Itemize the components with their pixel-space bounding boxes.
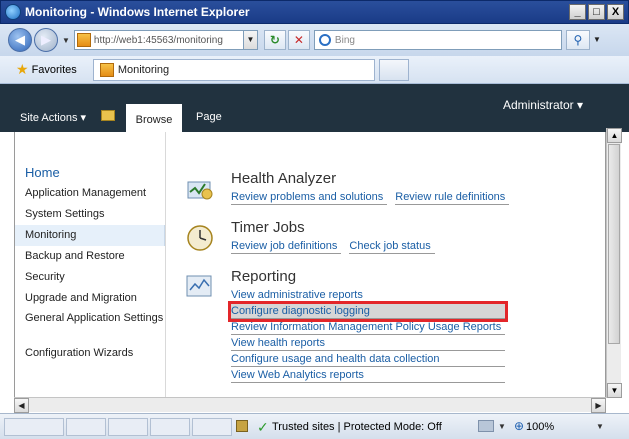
clock-icon bbox=[187, 225, 213, 251]
reporting-title: Reporting bbox=[231, 268, 297, 285]
link-check-job-status[interactable]: Check job status bbox=[349, 239, 435, 254]
nav-application-management[interactable]: Application Management bbox=[15, 183, 165, 204]
ie-logo-icon bbox=[5, 4, 21, 20]
zoom-level[interactable]: 100% bbox=[526, 421, 554, 433]
link-view-web-analytics[interactable]: View Web Analytics reports bbox=[231, 368, 506, 383]
tab-title: Monitoring bbox=[117, 63, 170, 76]
nav-monitoring[interactable]: Monitoring bbox=[15, 225, 165, 246]
link-configure-diagnostic-logging[interactable]: Configure diagnostic logging bbox=[227, 301, 509, 322]
security-status-icon[interactable] bbox=[478, 420, 494, 432]
status-cell bbox=[66, 418, 106, 436]
timer-jobs-title: Timer Jobs bbox=[231, 219, 305, 236]
history-dropdown-icon[interactable]: ▼ bbox=[62, 36, 70, 45]
minimize-button[interactable]: _ bbox=[569, 4, 586, 20]
vertical-scrollbar[interactable]: ▲ ▼ bbox=[606, 128, 622, 398]
health-analyzer-icon bbox=[187, 181, 213, 200]
scroll-down-arrow-icon[interactable]: ▼ bbox=[607, 383, 622, 398]
nav-divider bbox=[165, 132, 166, 397]
address-input[interactable]: http://web1:45563/monitoring bbox=[73, 30, 244, 50]
favorites-star-icon[interactable]: ★ bbox=[16, 61, 29, 78]
forward-button[interactable]: ▶ bbox=[34, 28, 58, 52]
navigate-up-icon[interactable] bbox=[101, 110, 115, 121]
nav-configuration-wizards[interactable]: Configuration Wizards bbox=[15, 343, 165, 364]
user-menu[interactable]: Administrator ▾ bbox=[503, 98, 583, 112]
link-review-problems[interactable]: Review problems and solutions bbox=[231, 190, 388, 205]
security-dropdown-icon[interactable]: ▼ bbox=[498, 422, 506, 431]
tab-favicon-icon bbox=[99, 62, 114, 77]
link-review-rules[interactable]: Review rule definitions bbox=[395, 190, 510, 205]
zoom-dropdown-icon[interactable]: ▼ bbox=[596, 422, 604, 431]
page-content: Home Application Management System Setti… bbox=[14, 132, 606, 397]
search-button[interactable]: ⚲ bbox=[565, 30, 590, 50]
link-review-policy-usage-reports[interactable]: Review Information Management Policy Usa… bbox=[231, 320, 506, 335]
link-view-health-reports[interactable]: View health reports bbox=[231, 336, 506, 351]
scroll-up-arrow-icon[interactable]: ▲ bbox=[607, 128, 622, 143]
nav-general-application-settings[interactable]: General Application Settings bbox=[15, 309, 165, 343]
window-controls: _ □ X bbox=[569, 4, 624, 20]
link-view-admin-reports[interactable]: View administrative reports bbox=[231, 288, 506, 303]
link-review-job-definitions[interactable]: Review job definitions bbox=[231, 239, 342, 254]
status-cell bbox=[108, 418, 148, 436]
maximize-button[interactable]: □ bbox=[588, 4, 605, 20]
browser-tab-monitoring[interactable]: Monitoring bbox=[92, 58, 375, 81]
security-zone-text[interactable]: Trusted sites | Protected Mode: Off bbox=[272, 421, 442, 433]
favorites-bar: ★ Favorites Monitoring bbox=[0, 56, 629, 84]
nav-home[interactable]: Home bbox=[15, 162, 165, 183]
new-tab-button[interactable] bbox=[378, 58, 409, 81]
vertical-scroll-thumb[interactable] bbox=[608, 144, 620, 344]
link-configure-usage-collection[interactable]: Configure usage and health data collecti… bbox=[231, 352, 506, 367]
status-cell bbox=[150, 418, 190, 436]
page-favicon-icon bbox=[76, 33, 91, 47]
nav-upgrade-migration[interactable]: Upgrade and Migration bbox=[15, 288, 165, 309]
protected-mode-icon bbox=[236, 420, 248, 432]
status-cell bbox=[192, 418, 232, 436]
window-title-bar: Monitoring - Windows Internet Explorer _… bbox=[0, 0, 629, 24]
stop-button[interactable]: ✕ bbox=[287, 30, 310, 50]
status-cell bbox=[4, 418, 64, 436]
sharepoint-ribbon: Site Actions ▾ Browse Page Administrator… bbox=[0, 84, 629, 132]
search-placeholder: Bing bbox=[334, 34, 355, 46]
tab-browse[interactable]: Browse bbox=[126, 104, 182, 132]
bing-icon bbox=[318, 34, 331, 46]
site-actions-menu[interactable]: Site Actions ▾ bbox=[20, 111, 86, 124]
search-input[interactable]: Bing bbox=[313, 30, 562, 50]
address-url: http://web1:45563/monitoring bbox=[93, 34, 223, 46]
close-button[interactable]: X bbox=[607, 4, 624, 20]
reporting-chart-icon bbox=[186, 275, 212, 297]
nav-security[interactable]: Security bbox=[15, 267, 165, 288]
nav-backup-restore[interactable]: Backup and Restore bbox=[15, 246, 165, 267]
address-bar-row: ◀ ▶ ▼ http://web1:45563/monitoring ▼ ↻ ✕… bbox=[0, 24, 629, 56]
refresh-button[interactable]: ↻ bbox=[263, 30, 286, 50]
favorites-button[interactable]: Favorites bbox=[32, 64, 77, 76]
address-dropdown-icon[interactable]: ▼ bbox=[243, 30, 258, 50]
scroll-left-arrow-icon[interactable]: ◀ bbox=[14, 398, 29, 413]
trusted-check-icon: ✓ bbox=[257, 419, 269, 435]
scroll-right-arrow-icon[interactable]: ▶ bbox=[591, 398, 606, 413]
quick-launch: Home Application Management System Setti… bbox=[15, 162, 165, 364]
window-title: Monitoring - Windows Internet Explorer bbox=[25, 5, 250, 19]
nav-system-settings[interactable]: System Settings bbox=[15, 204, 165, 225]
tab-page[interactable]: Page bbox=[196, 111, 222, 123]
status-bar: ✓ Trusted sites | Protected Mode: Off ▼ … bbox=[0, 413, 629, 439]
search-dropdown-icon[interactable]: ▼ bbox=[590, 30, 604, 50]
horizontal-scrollbar[interactable]: ◀ ▶ bbox=[14, 397, 606, 413]
zoom-icon[interactable]: ⊕ bbox=[514, 419, 524, 433]
health-analyzer-title: Health Analyzer bbox=[231, 170, 337, 187]
back-button[interactable]: ◀ bbox=[8, 28, 32, 52]
